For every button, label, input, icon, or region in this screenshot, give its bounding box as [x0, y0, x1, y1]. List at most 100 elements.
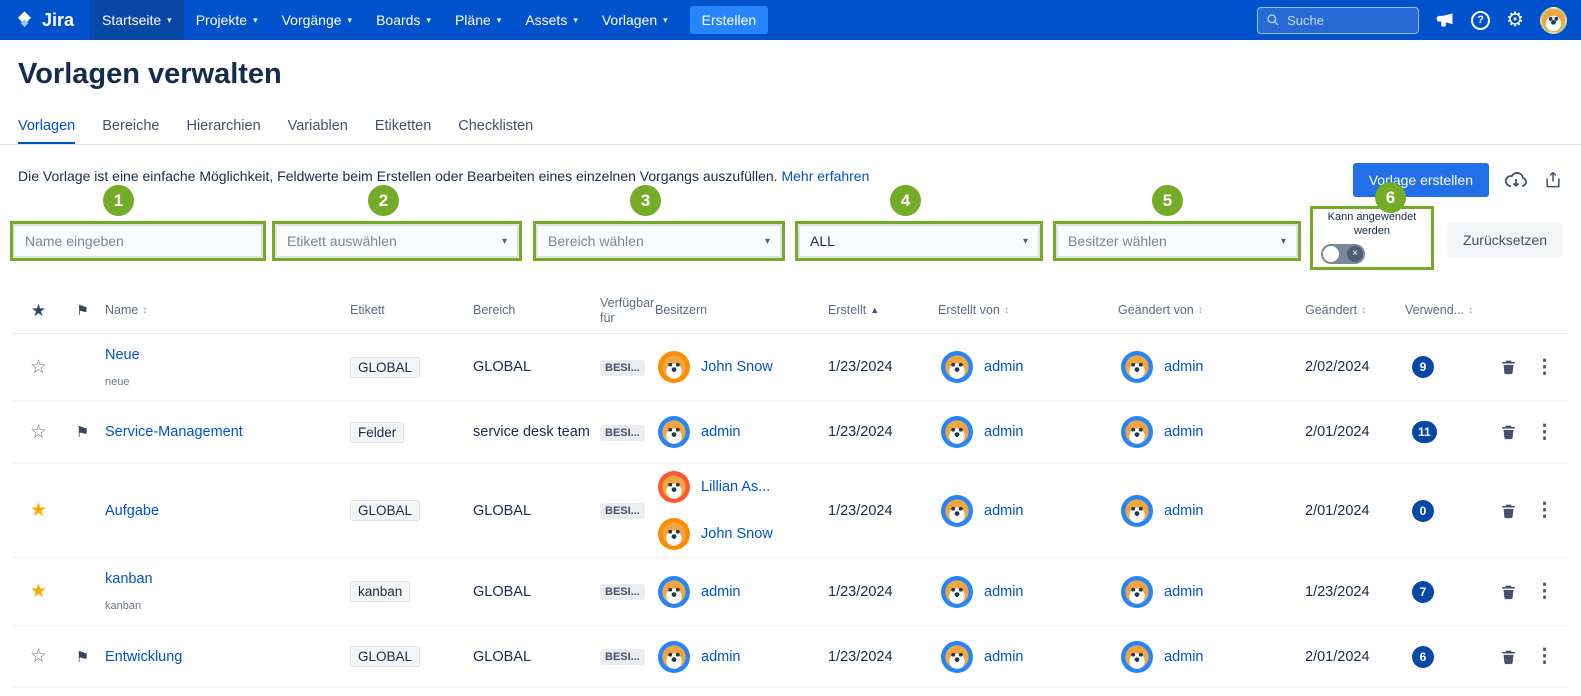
tab-etiketten[interactable]: Etiketten [375, 118, 431, 144]
template-name-link[interactable]: kanban [105, 571, 345, 587]
applicable-toggle[interactable]: × [1321, 244, 1365, 264]
creator-avatar [941, 495, 973, 527]
nav-item-vorlagen[interactable]: Vorlagen▾ [590, 0, 680, 40]
modified-date: 2/01/2024 [1300, 424, 1400, 440]
user-avatar[interactable] [1540, 7, 1567, 34]
nav-item-vorgaenge[interactable]: Vorgänge▾ [270, 0, 364, 40]
tab-bereiche[interactable]: Bereiche [102, 118, 159, 144]
reset-button[interactable]: Zurücksetzen [1447, 223, 1563, 257]
more-options-icon[interactable]: ⋮ [1535, 580, 1554, 603]
tab-checklisten[interactable]: Checklisten [458, 118, 533, 144]
modifier-avatar [1121, 641, 1153, 673]
modifier-link[interactable]: admin [1164, 584, 1204, 600]
creator-link[interactable]: admin [984, 424, 1024, 440]
delete-icon[interactable] [1500, 583, 1517, 601]
nav-item-assets[interactable]: Assets▾ [513, 0, 590, 40]
owner-avatar [658, 518, 690, 550]
nav-item-plaene[interactable]: Pläne▾ [443, 0, 513, 40]
more-options-icon[interactable]: ⋮ [1535, 421, 1554, 444]
header-erstellt[interactable]: Erstellt▲ [823, 303, 933, 318]
nav-item-projekte[interactable]: Projekte▾ [184, 0, 270, 40]
flag-icon: ⚑ [76, 648, 89, 666]
header-geaendert-von[interactable]: Geändert von↕ [1113, 303, 1300, 318]
tab-hierarchien[interactable]: Hierarchien [186, 118, 260, 144]
toggle-knob [1323, 246, 1339, 262]
modifier-link[interactable]: admin [1164, 649, 1204, 665]
header-verwendungen[interactable]: Verwend...↕ [1400, 303, 1490, 318]
name-filter-input[interactable] [13, 224, 263, 258]
nav-search[interactable] [1257, 7, 1419, 34]
chevron-down-icon: ▾ [663, 15, 668, 26]
scope-filter-select[interactable]: Bereich wählen ▾ [536, 224, 782, 258]
etikett-tag: GLOBAL [350, 646, 420, 667]
annotation-circle-5: 5 [1152, 185, 1183, 216]
modifier-link[interactable]: admin [1164, 424, 1204, 440]
nav-right-group: ? ⚙ [1257, 7, 1567, 34]
create-template-button[interactable]: Vorlage erstellen [1353, 163, 1489, 197]
header-besitzern: Besitzern [650, 303, 823, 318]
owner-link[interactable]: admin [701, 424, 741, 440]
search-input[interactable] [1287, 13, 1410, 28]
tab-vorlagen[interactable]: Vorlagen [18, 118, 75, 144]
more-options-icon[interactable]: ⋮ [1535, 645, 1554, 668]
modifier-link[interactable]: admin [1164, 359, 1204, 375]
usage-count-badge: 9 [1412, 356, 1434, 378]
star-icon[interactable]: ☆ [30, 645, 47, 668]
header-bereich: Bereich [468, 303, 595, 318]
template-subtitle: neue [105, 376, 345, 388]
owner-link[interactable]: Lillian As... [701, 479, 770, 495]
delete-icon[interactable] [1500, 358, 1517, 376]
learn-more-link[interactable]: Mehr erfahren [781, 168, 869, 184]
modifier-link[interactable]: admin [1164, 503, 1204, 519]
all-filter-select[interactable]: ALL ▾ [798, 224, 1040, 258]
nav-item-startseite[interactable]: Startseite▾ [90, 0, 184, 40]
search-icon [1266, 13, 1280, 27]
owner-link[interactable]: admin [701, 584, 741, 600]
etikett-tag: GLOBAL [350, 357, 420, 378]
template-name-link[interactable]: Aufgabe [105, 503, 345, 519]
megaphone-icon[interactable] [1435, 11, 1455, 29]
star-icon[interactable]: ★ [30, 580, 47, 603]
more-options-icon[interactable]: ⋮ [1535, 356, 1554, 379]
creator-link[interactable]: admin [984, 649, 1024, 665]
header-name[interactable]: Name↕ [100, 303, 345, 318]
owner-filter-select[interactable]: Besitzer wählen ▾ [1056, 224, 1298, 258]
owner-link[interactable]: John Snow [701, 526, 773, 542]
export-icon[interactable] [1543, 170, 1563, 190]
nav-create-button[interactable]: Erstellen [690, 6, 768, 34]
delete-icon[interactable] [1500, 648, 1517, 666]
star-icon[interactable]: ☆ [30, 421, 47, 444]
help-icon[interactable]: ? [1471, 11, 1490, 30]
header-geaendert[interactable]: Geändert↕ [1300, 303, 1400, 318]
toggle-x-icon: × [1347, 246, 1363, 262]
delete-icon[interactable] [1500, 502, 1517, 520]
etikett-tag: GLOBAL [350, 500, 420, 521]
star-icon[interactable]: ☆ [30, 356, 47, 379]
chevron-down-icon: ▾ [1023, 236, 1028, 247]
table-row: ★ kanban kanban kanban GLOBAL BESI... ad… [12, 558, 1569, 626]
star-icon[interactable]: ★ [30, 499, 47, 522]
creator-link[interactable]: admin [984, 584, 1024, 600]
more-options-icon[interactable]: ⋮ [1535, 499, 1554, 522]
creator-link[interactable]: admin [984, 503, 1024, 519]
chevron-down-icon: ▾ [573, 15, 578, 26]
nav-item-boards[interactable]: Boards▾ [364, 0, 443, 40]
delete-icon[interactable] [1500, 423, 1517, 441]
cloud-download-icon[interactable] [1504, 170, 1528, 190]
template-name-link[interactable]: Service-Management [105, 424, 345, 440]
jira-logo[interactable]: Jira [14, 10, 74, 31]
owner-avatar [658, 351, 690, 383]
table-row: ☆ ⚑ Entwicklung GLOBAL GLOBAL BESI... ad… [12, 626, 1569, 688]
gear-icon[interactable]: ⚙ [1506, 10, 1524, 30]
owner-link[interactable]: admin [701, 649, 741, 665]
template-name-link[interactable]: Entwicklung [105, 649, 345, 665]
owner-link[interactable]: John Snow [701, 359, 773, 375]
template-name-link[interactable]: Neue [105, 347, 345, 363]
tab-variablen[interactable]: Variablen [288, 118, 348, 144]
header-erstellt-von[interactable]: Erstellt von↕ [933, 303, 1113, 318]
label-filter-select[interactable]: Etikett auswählen ▾ [275, 224, 519, 258]
creator-avatar [941, 576, 973, 608]
creator-link[interactable]: admin [984, 359, 1024, 375]
chevron-down-icon: ▾ [426, 15, 431, 26]
sort-icon: ↕ [1004, 305, 1009, 317]
